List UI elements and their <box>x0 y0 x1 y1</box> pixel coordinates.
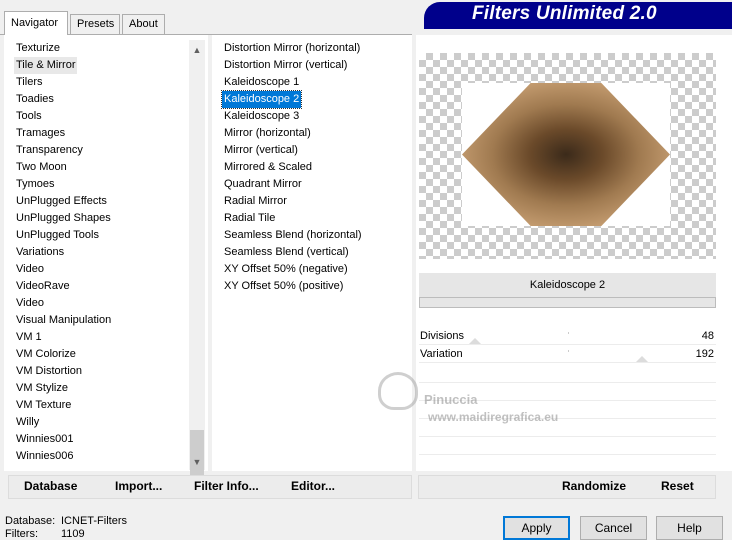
category-item[interactable]: UnPlugged Tools <box>14 227 101 244</box>
reset-button[interactable]: Reset <box>661 479 694 493</box>
kaleidoscope-preview-shape <box>462 83 670 226</box>
category-item[interactable]: VM Colorize <box>14 346 78 363</box>
category-item[interactable]: Tools <box>14 108 44 125</box>
slider-thumb-icon[interactable] <box>469 338 482 344</box>
category-item[interactable]: Variations <box>14 244 66 261</box>
category-item[interactable]: Two Moon <box>14 159 69 176</box>
cancel-button[interactable]: Cancel <box>580 516 647 540</box>
filter-info-button[interactable]: Filter Info... <box>194 479 259 493</box>
filter-item[interactable]: Radial Mirror <box>222 193 289 210</box>
heart-icon <box>378 372 418 410</box>
slider-label: Variation <box>420 348 463 360</box>
selected-filter-name: Kaleidoscope 2 <box>419 273 716 297</box>
category-item[interactable]: Transparency <box>14 142 85 159</box>
filter-item[interactable]: XY Offset 50% (negative) <box>222 261 350 278</box>
filter-item[interactable]: Kaleidoscope 2 <box>220 90 303 109</box>
category-item[interactable]: VM 1 <box>14 329 44 346</box>
progress-bar <box>419 297 716 308</box>
filter-item[interactable]: Mirrored & Scaled <box>222 159 314 176</box>
empty-slider-row <box>419 382 716 383</box>
filter-item[interactable]: Distortion Mirror (vertical) <box>222 57 349 74</box>
slider-divisions[interactable]: Divisions 48 <box>419 328 716 345</box>
filter-item[interactable]: XY Offset 50% (positive) <box>222 278 345 295</box>
database-status-label: Database: <box>5 515 56 527</box>
category-item[interactable]: Tramages <box>14 125 67 142</box>
category-item[interactable]: VM Stylize <box>14 380 70 397</box>
empty-slider-row <box>419 454 716 455</box>
app-title: Filters Unlimited 2.0 <box>472 3 657 24</box>
category-item[interactable]: Video <box>14 295 46 312</box>
filter-item[interactable]: Kaleidoscope 3 <box>222 108 301 125</box>
filter-item[interactable]: Mirror (vertical) <box>222 142 300 159</box>
preview-image <box>419 53 716 259</box>
tab-navigator[interactable]: Navigator <box>4 11 68 35</box>
filter-item[interactable]: Kaleidoscope 1 <box>222 74 301 91</box>
watermark-name: Pinuccia <box>424 392 478 407</box>
filter-item[interactable]: Quadrant Mirror <box>222 176 304 193</box>
filter-item[interactable]: Seamless Blend (vertical) <box>222 244 351 261</box>
category-item[interactable]: Texturize <box>14 40 62 57</box>
category-item[interactable]: Tymoes <box>14 176 57 193</box>
filters-status: Filters: 1109 <box>5 528 85 540</box>
filter-item[interactable]: Distortion Mirror (horizontal) <box>222 40 362 57</box>
banner-underline <box>424 26 732 29</box>
app-banner: Filters Unlimited 2.0 <box>424 2 732 26</box>
category-item[interactable]: Winnies001 <box>14 431 75 448</box>
tab-about[interactable]: About <box>122 14 165 34</box>
category-item[interactable]: Winnies006 <box>14 448 75 465</box>
preview-canvas <box>462 83 670 226</box>
scroll-down-icon[interactable]: ▼ <box>189 454 205 470</box>
randomize-button[interactable]: Randomize <box>562 479 626 493</box>
tab-presets[interactable]: Presets <box>70 14 120 34</box>
scroll-up-icon[interactable]: ▲ <box>189 42 205 58</box>
category-scrollbar[interactable]: ▲ ▼ <box>189 40 205 492</box>
filter-item[interactable]: Radial Tile <box>222 210 277 227</box>
database-status-value: ICNET-Filters <box>61 515 127 527</box>
database-button[interactable]: Database <box>24 479 77 493</box>
category-item[interactable]: UnPlugged Shapes <box>14 210 113 227</box>
category-list[interactable]: Texturize Tile & Mirror Tilers Toadies Tools… <box>4 35 208 471</box>
slider-tick <box>568 332 569 334</box>
slider-tick <box>568 350 569 352</box>
editor-button[interactable]: Editor... <box>291 479 335 493</box>
category-item[interactable]: UnPlugged Effects <box>14 193 109 210</box>
filter-item[interactable]: Seamless Blend (horizontal) <box>222 227 364 244</box>
slider-value: 192 <box>695 348 714 360</box>
empty-slider-row <box>419 436 716 437</box>
slider-value: 48 <box>701 330 714 342</box>
apply-button[interactable]: Apply <box>503 516 570 540</box>
slider-label: Divisions <box>420 330 465 342</box>
category-item[interactable]: Toadies <box>14 91 56 108</box>
filters-status-value: 1109 <box>61 528 85 540</box>
category-item[interactable]: Tile & Mirror <box>14 57 78 74</box>
category-item[interactable]: Visual Manipulation <box>14 312 113 329</box>
database-status: Database: ICNET-Filters <box>5 515 127 527</box>
category-item[interactable]: Video <box>14 261 46 278</box>
category-item[interactable]: VM Distortion <box>14 363 84 380</box>
category-item[interactable]: VideoRave <box>14 278 72 295</box>
filter-item[interactable]: Mirror (horizontal) <box>222 125 313 142</box>
category-item[interactable]: Willy <box>14 414 41 431</box>
import-button[interactable]: Import... <box>115 479 162 493</box>
slider-variation[interactable]: Variation 192 <box>419 346 716 363</box>
watermark-url: www.maidiregrafica.eu <box>428 410 559 424</box>
filters-status-label: Filters: <box>5 528 38 540</box>
category-item[interactable]: Tilers <box>14 74 44 91</box>
slider-thumb-icon[interactable] <box>635 356 648 362</box>
help-button[interactable]: Help <box>656 516 723 540</box>
category-item[interactable]: VM Texture <box>14 397 73 414</box>
